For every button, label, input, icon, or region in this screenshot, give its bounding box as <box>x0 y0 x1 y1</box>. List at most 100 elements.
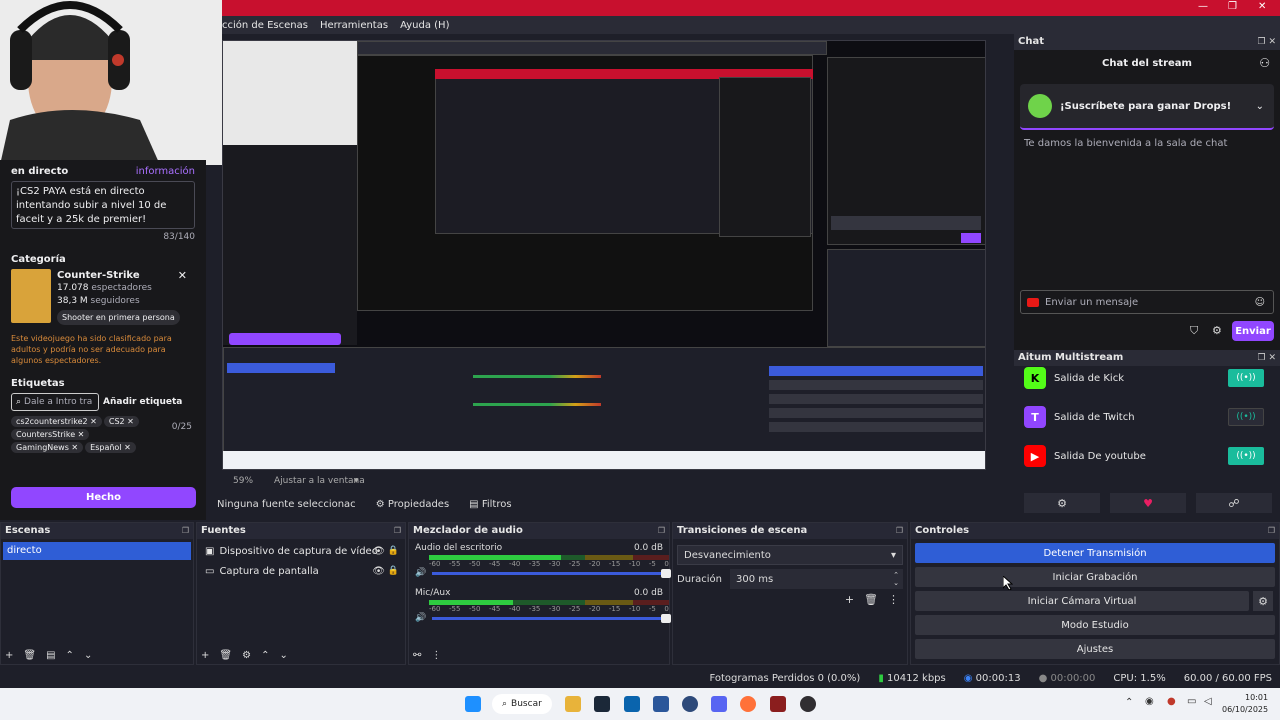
scene-item[interactable]: directo <box>3 542 191 560</box>
obs-icon[interactable] <box>800 696 816 712</box>
down-icon[interactable]: ⌄ <box>84 650 92 661</box>
source-item[interactable]: ▭ Captura de pantalla 👁 🔒 <box>197 561 405 581</box>
trash-icon[interactable]: 🗑 <box>864 593 878 606</box>
discord-icon[interactable] <box>711 696 727 712</box>
dock-float-icon[interactable]: ❐ <box>182 523 189 539</box>
taskbar-search-label: Buscar <box>511 699 542 709</box>
properties-button[interactable]: ⚙ Propiedades <box>376 499 449 510</box>
up-icon[interactable]: ⌃ <box>261 650 269 661</box>
emoji-icon[interactable]: ☺ <box>1255 297 1265 308</box>
network-icon[interactable]: ▭ <box>1187 696 1196 707</box>
clock[interactable]: 10:01 06/10/2025 <box>1222 692 1268 716</box>
windows-start-icon[interactable] <box>465 696 481 712</box>
zoom-fit[interactable]: Ajustar a la ventana <box>274 476 365 486</box>
tag-chip[interactable]: CS2 ✕ <box>103 416 139 427</box>
chat-input[interactable]: Enviar un mensaje ☺ <box>1020 290 1274 314</box>
slider-handle[interactable] <box>661 614 671 623</box>
settings-button[interactable]: Ajustes <box>915 639 1275 659</box>
game-icon[interactable] <box>770 696 786 712</box>
multistream-donate-button[interactable]: ♥ <box>1110 493 1186 513</box>
dock-float-icon[interactable]: ❐ <box>394 523 401 539</box>
stream-title-input[interactable]: ¡CS2 PAYA está en directo intentando sub… <box>11 181 195 229</box>
output-youtube-toggle[interactable]: ((•)) <box>1228 447 1264 465</box>
start-virtual-camera-button[interactable]: Iniciar Cámara Virtual <box>915 591 1249 611</box>
stop-streaming-button[interactable]: Detener Transmisión <box>915 543 1275 563</box>
remove-category-icon[interactable]: ✕ <box>178 269 187 282</box>
tag-chip[interactable]: cs2counterstrike2 ✕ <box>11 416 102 427</box>
studio-mode-button[interactable]: Modo Estudio <box>915 615 1275 635</box>
send-button[interactable]: Enviar <box>1232 321 1274 341</box>
shield-icon[interactable]: ⛉ <box>1190 324 1198 338</box>
chevron-down-icon[interactable]: ⌄ <box>1256 101 1264 112</box>
dock-float-icon[interactable]: ❐ <box>896 523 903 539</box>
steam-tray-icon[interactable]: ◉ <box>1145 696 1154 707</box>
menu-help[interactable]: Ayuda (H) <box>400 20 449 31</box>
zoom-level[interactable]: 59% <box>233 476 253 486</box>
multistream-discord-button[interactable]: ☍ <box>1196 493 1272 513</box>
eye-icon[interactable]: 👁 <box>372 546 385 557</box>
output-kick-toggle[interactable]: ((•)) <box>1228 369 1264 387</box>
multistream-settings-button[interactable]: ⚙ <box>1024 493 1100 513</box>
preview-canvas[interactable] <box>222 40 986 470</box>
up-icon[interactable]: ⌃ <box>66 650 74 661</box>
stepper-icon[interactable]: ⌃ ⌄ <box>893 571 899 587</box>
category-tag[interactable]: Shooter en primera persona <box>57 310 180 325</box>
volume-slider[interactable] <box>432 614 671 623</box>
tag-input[interactable]: ⌕ Dale a Intro tra <box>11 393 99 411</box>
output-twitch-toggle[interactable]: ((•)) <box>1228 408 1264 426</box>
filter-icon[interactable]: ▤ <box>46 650 55 661</box>
tag-chip[interactable]: CountersStrike ✕ <box>11 429 90 440</box>
start-recording-button[interactable]: Iniciar Grabación <box>915 567 1275 587</box>
filters-button[interactable]: ▤ Filtros <box>469 499 511 510</box>
add-icon[interactable]: + <box>845 593 854 606</box>
add-icon[interactable]: + <box>5 650 13 661</box>
maximize-icon[interactable]: ❐ <box>1228 1 1237 12</box>
eye-icon[interactable]: 👁 <box>372 566 385 577</box>
transition-select[interactable]: Desvanecimiento ▾ <box>677 545 903 565</box>
done-button[interactable]: Hecho <box>11 487 196 508</box>
speaker-icon[interactable]: 🔊 <box>415 568 426 578</box>
volume-slider[interactable] <box>432 569 671 578</box>
duration-input[interactable]: 300 ms ⌃ ⌄ <box>730 569 903 589</box>
users-icon[interactable]: ⚇ <box>1259 56 1270 70</box>
down-icon[interactable]: ⌄ <box>279 650 287 661</box>
gear-icon[interactable]: ⚙ <box>1253 591 1273 611</box>
steam-icon[interactable] <box>594 696 610 712</box>
drops-banner[interactable]: ¡Suscríbete para ganar Drops! ⌄ <box>1020 84 1274 130</box>
minimize-icon[interactable]: — <box>1198 1 1208 12</box>
firefox-icon[interactable] <box>740 696 756 712</box>
trash-icon[interactable]: 🗑 <box>23 650 36 661</box>
chevron-down-icon[interactable]: ▾ <box>354 476 359 486</box>
mic-icon[interactable]: ● <box>1167 696 1176 707</box>
more-icon[interactable]: ⋮ <box>431 650 441 661</box>
preview-studio-mode <box>769 408 983 418</box>
link-icon[interactable]: ⚯ <box>413 650 421 661</box>
chevron-up-icon[interactable]: ⌃ <box>1125 697 1133 708</box>
dock-float-icon[interactable]: ❐ <box>1268 523 1275 539</box>
add-icon[interactable]: + <box>201 650 209 661</box>
more-icon[interactable]: ⋮ <box>888 593 899 606</box>
tag-chip[interactable]: GamingNews ✕ <box>11 442 84 453</box>
tag-chip[interactable]: Español ✕ <box>85 442 136 453</box>
gear-icon[interactable]: ⚙ <box>242 650 251 661</box>
info-link[interactable]: información <box>136 166 195 177</box>
speaker-icon[interactable]: 🔊 <box>415 613 426 623</box>
dock-float-icon[interactable]: ❐ <box>658 523 665 539</box>
taskbar-search[interactable]: ⌕ Buscar <box>492 694 552 714</box>
outlook-icon[interactable] <box>624 696 640 712</box>
menu-scene-collection[interactable]: cción de Escenas <box>222 20 308 31</box>
word-icon[interactable] <box>653 696 669 712</box>
slider-handle[interactable] <box>661 569 671 578</box>
gear-icon[interactable]: ⚙ <box>1212 324 1222 337</box>
app-icon[interactable] <box>682 696 698 712</box>
menu-tools[interactable]: Herramientas <box>320 20 388 31</box>
source-item[interactable]: ▣ Dispositivo de captura de vídeo 👁 🔒 <box>197 541 405 561</box>
lock-icon[interactable]: 🔒 <box>388 546 399 556</box>
close-icon[interactable]: ✕ <box>1258 1 1266 12</box>
trash-icon[interactable]: 🗑 <box>219 650 232 661</box>
file-explorer-icon[interactable] <box>565 696 581 712</box>
volume-icon[interactable]: ◁ <box>1204 696 1212 707</box>
lock-icon[interactable]: 🔒 <box>388 566 399 576</box>
dock-controls-icon[interactable]: ❐ ✕ <box>1258 34 1276 50</box>
add-tag-button[interactable]: Añadir etiqueta <box>103 397 182 407</box>
